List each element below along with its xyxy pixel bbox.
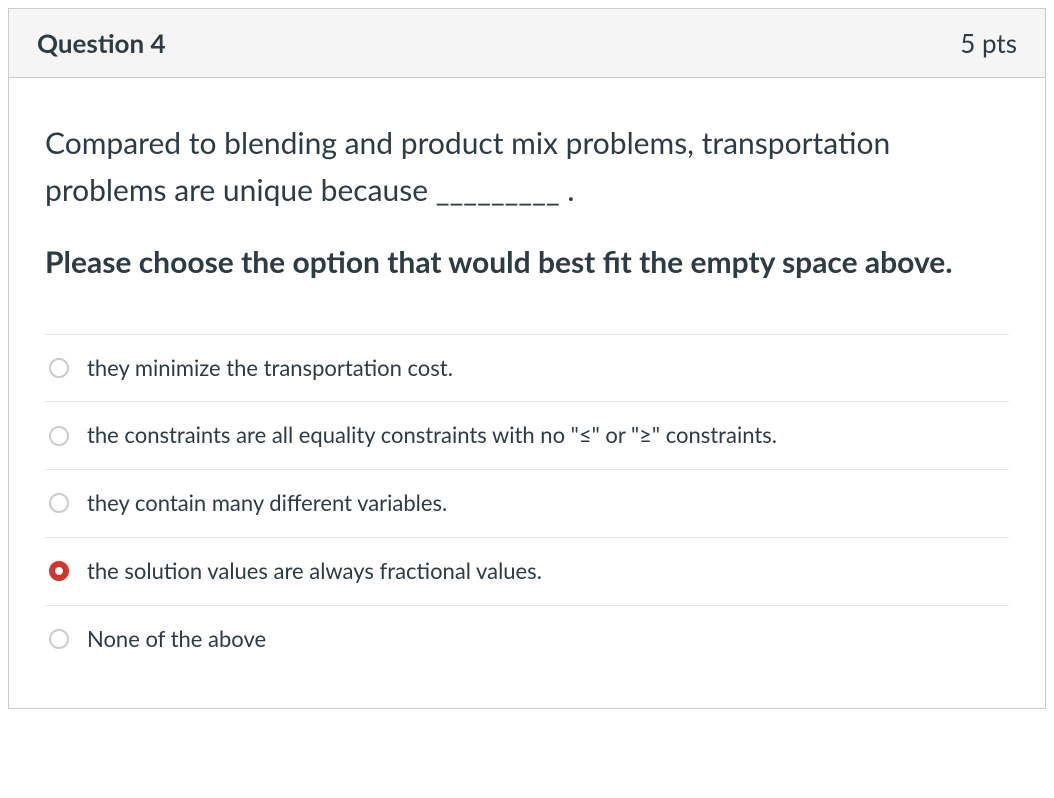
answer-text: they minimize the transportation cost. — [87, 353, 453, 384]
answer-text: they contain many different variables. — [87, 488, 447, 519]
radio-icon[interactable] — [49, 358, 69, 378]
answer-option[interactable]: they contain many different variables. — [45, 470, 1009, 538]
question-instruction: Please choose the option that would best… — [45, 239, 1009, 286]
radio-icon[interactable] — [49, 629, 69, 649]
answer-text: the solution values are always fractiona… — [87, 556, 542, 587]
question-header: Question 4 5 pts — [9, 9, 1045, 78]
question-stem: Compared to blending and product mix pro… — [45, 120, 1009, 213]
radio-icon-selected[interactable] — [49, 561, 69, 581]
question-body: Compared to blending and product mix pro… — [9, 78, 1045, 708]
answer-option[interactable]: the constraints are all equality constra… — [45, 402, 1009, 470]
answer-option[interactable]: the solution values are always fractiona… — [45, 538, 1009, 606]
question-card: Question 4 5 pts Compared to blending an… — [8, 8, 1046, 709]
question-title: Question 4 — [37, 27, 166, 59]
question-points: 5 pts — [960, 27, 1017, 59]
answer-list: they minimize the transportation cost. t… — [45, 334, 1009, 673]
answer-text: the constraints are all equality constra… — [87, 420, 777, 451]
answer-option[interactable]: None of the above — [45, 606, 1009, 673]
radio-icon[interactable] — [49, 493, 69, 513]
answer-option[interactable]: they minimize the transportation cost. — [45, 335, 1009, 403]
answer-text: None of the above — [87, 624, 266, 655]
radio-icon[interactable] — [49, 426, 69, 446]
